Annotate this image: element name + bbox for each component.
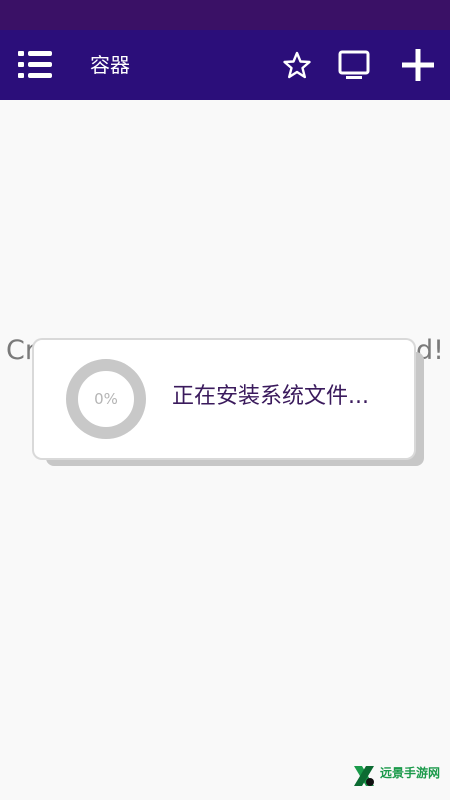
watermark-icon [354, 766, 374, 786]
plus-icon [402, 49, 434, 81]
app-bar: 容器 [0, 30, 450, 100]
favorite-button[interactable] [282, 50, 312, 80]
background-message-left: Cr [6, 335, 36, 366]
menu-list-icon [18, 51, 52, 78]
dialog-message: 正在安装系统文件... [172, 384, 369, 409]
display-button[interactable] [336, 48, 372, 82]
progress-dialog: 0% 正在安装系统文件... [34, 340, 414, 458]
watermark-logo: 远景手游网 [350, 760, 442, 790]
watermark-text: 远景手游网 [380, 766, 441, 780]
progress-percent: 0% [94, 390, 118, 408]
monitor-icon [338, 50, 370, 79]
page-title: 容器 [90, 53, 130, 77]
star-icon [283, 51, 311, 79]
status-bar [0, 0, 450, 30]
menu-button[interactable] [14, 48, 56, 82]
add-button[interactable] [400, 47, 436, 83]
